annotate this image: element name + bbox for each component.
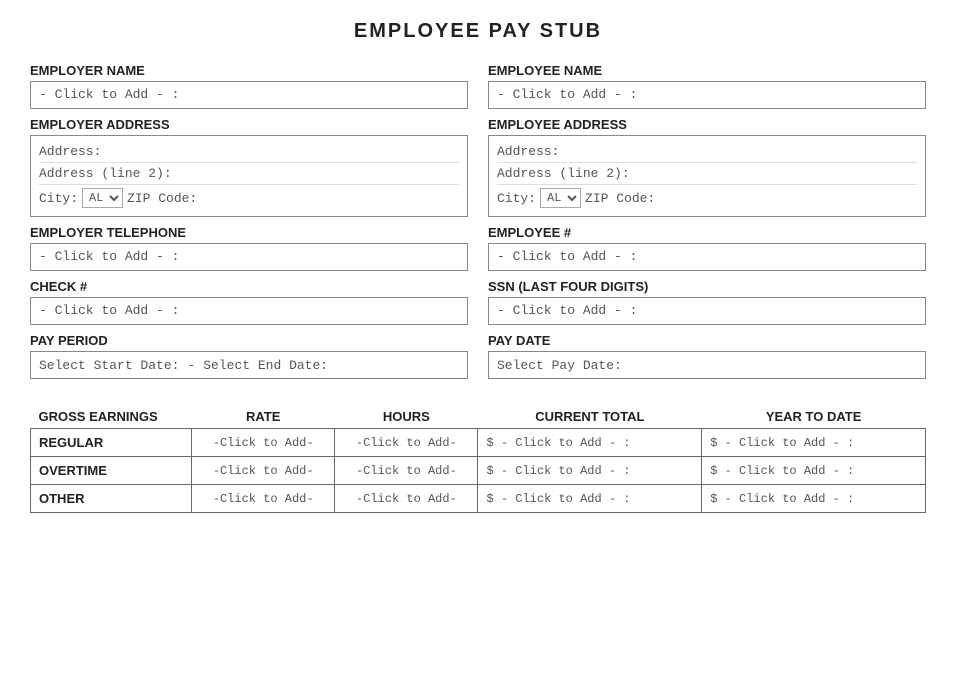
- pay-date-group: PAY DATE Select Pay Date:: [488, 333, 926, 379]
- employer-address-box[interactable]: Address: Address (line 2): City: AL AK A…: [30, 135, 468, 217]
- pay-period-box[interactable]: Select Start Date: - Select End Date:: [30, 351, 468, 379]
- employer-address-line1[interactable]: Address:: [39, 141, 459, 163]
- employer-city-label: City:: [39, 191, 78, 206]
- pay-period-separator: -: [187, 358, 195, 373]
- earnings-row-current[interactable]: $ - Click to Add - :: [478, 485, 702, 513]
- pay-period-end-label: Select End Date:: [203, 358, 328, 373]
- ssn-input[interactable]: - Click to Add - :: [488, 297, 926, 325]
- header-hours: HOURS: [335, 405, 478, 429]
- pay-date-placeholder: Select Pay Date:: [497, 358, 622, 373]
- employer-state-select[interactable]: AL AK AZ CA TX: [82, 188, 123, 208]
- employee-zip-label: ZIP Code:: [585, 191, 655, 206]
- ssn-group: SSN (LAST FOUR DIGITS) - Click to Add - …: [488, 279, 926, 325]
- earnings-section: GROSS EARNINGS RATE HOURS CURRENT TOTAL …: [30, 405, 926, 513]
- header-rate: RATE: [192, 405, 335, 429]
- earnings-row-hours[interactable]: -Click to Add-: [335, 457, 478, 485]
- earnings-header-row: GROSS EARNINGS RATE HOURS CURRENT TOTAL …: [31, 405, 926, 429]
- employee-state-select[interactable]: AL AK AZ CA TX: [540, 188, 581, 208]
- earnings-row-rate[interactable]: -Click to Add-: [192, 457, 335, 485]
- employer-address-label: EMPLOYER ADDRESS: [30, 117, 468, 132]
- employee-num-input[interactable]: - Click to Add - :: [488, 243, 926, 271]
- employee-address-city-row: City: AL AK AZ CA TX ZIP Code:: [497, 185, 917, 211]
- employee-address-box[interactable]: Address: Address (line 2): City: AL AK A…: [488, 135, 926, 217]
- page-title: EMPLOYEE PAY STUB: [30, 20, 926, 43]
- employer-name-group: EMPLOYER NAME - Click to Add - :: [30, 63, 468, 109]
- earnings-row-label: OVERTIME: [31, 457, 192, 485]
- right-column: EMPLOYEE NAME - Click to Add - : EMPLOYE…: [488, 63, 926, 387]
- earnings-row-ytd[interactable]: $ - Click to Add - :: [702, 429, 926, 457]
- employer-address-group: EMPLOYER ADDRESS Address: Address (line …: [30, 117, 468, 217]
- earnings-row-current[interactable]: $ - Click to Add - :: [478, 457, 702, 485]
- employer-telephone-label: EMPLOYER TELEPHONE: [30, 225, 468, 240]
- check-num-group: CHECK # - Click to Add - :: [30, 279, 468, 325]
- employer-name-input[interactable]: - Click to Add - :: [30, 81, 468, 109]
- pay-period-group: PAY PERIOD Select Start Date: - Select E…: [30, 333, 468, 379]
- employer-address-city-row: City: AL AK AZ CA TX ZIP Code:: [39, 185, 459, 211]
- earnings-row: OTHER-Click to Add--Click to Add-$ - Cli…: [31, 485, 926, 513]
- earnings-row-label: OTHER: [31, 485, 192, 513]
- employee-address-label: EMPLOYEE ADDRESS: [488, 117, 926, 132]
- header-current: CURRENT TOTAL: [478, 405, 702, 429]
- earnings-row-ytd[interactable]: $ - Click to Add - :: [702, 485, 926, 513]
- employer-address-line2[interactable]: Address (line 2):: [39, 163, 459, 185]
- earnings-row: REGULAR-Click to Add--Click to Add-$ - C…: [31, 429, 926, 457]
- earnings-table: GROSS EARNINGS RATE HOURS CURRENT TOTAL …: [30, 405, 926, 513]
- employee-address-line2[interactable]: Address (line 2):: [497, 163, 917, 185]
- earnings-row-rate[interactable]: -Click to Add-: [192, 485, 335, 513]
- employee-name-label: EMPLOYEE NAME: [488, 63, 926, 78]
- ssn-label: SSN (LAST FOUR DIGITS): [488, 279, 926, 294]
- header-ytd: YEAR TO DATE: [702, 405, 926, 429]
- pay-date-label: PAY DATE: [488, 333, 926, 348]
- earnings-row: OVERTIME-Click to Add--Click to Add-$ - …: [31, 457, 926, 485]
- employee-name-input[interactable]: - Click to Add - :: [488, 81, 926, 109]
- employee-name-group: EMPLOYEE NAME - Click to Add - :: [488, 63, 926, 109]
- check-num-input[interactable]: - Click to Add - :: [30, 297, 468, 325]
- employer-telephone-group: EMPLOYER TELEPHONE - Click to Add - :: [30, 225, 468, 271]
- left-column: EMPLOYER NAME - Click to Add - : EMPLOYE…: [30, 63, 468, 387]
- employee-city-label: City:: [497, 191, 536, 206]
- earnings-row-label: REGULAR: [31, 429, 192, 457]
- pay-date-box[interactable]: Select Pay Date:: [488, 351, 926, 379]
- check-num-label: CHECK #: [30, 279, 468, 294]
- header-gross: GROSS EARNINGS: [31, 405, 192, 429]
- earnings-row-current[interactable]: $ - Click to Add - :: [478, 429, 702, 457]
- employee-num-group: EMPLOYEE # - Click to Add - :: [488, 225, 926, 271]
- employer-name-label: EMPLOYER NAME: [30, 63, 468, 78]
- employee-num-label: EMPLOYEE #: [488, 225, 926, 240]
- earnings-row-hours[interactable]: -Click to Add-: [335, 429, 478, 457]
- employee-address-line1[interactable]: Address:: [497, 141, 917, 163]
- earnings-row-hours[interactable]: -Click to Add-: [335, 485, 478, 513]
- employee-address-group: EMPLOYEE ADDRESS Address: Address (line …: [488, 117, 926, 217]
- earnings-row-ytd[interactable]: $ - Click to Add - :: [702, 457, 926, 485]
- employer-zip-label: ZIP Code:: [127, 191, 197, 206]
- earnings-row-rate[interactable]: -Click to Add-: [192, 429, 335, 457]
- pay-period-start-label: Select Start Date:: [39, 358, 179, 373]
- employer-telephone-input[interactable]: - Click to Add - :: [30, 243, 468, 271]
- pay-period-label: PAY PERIOD: [30, 333, 468, 348]
